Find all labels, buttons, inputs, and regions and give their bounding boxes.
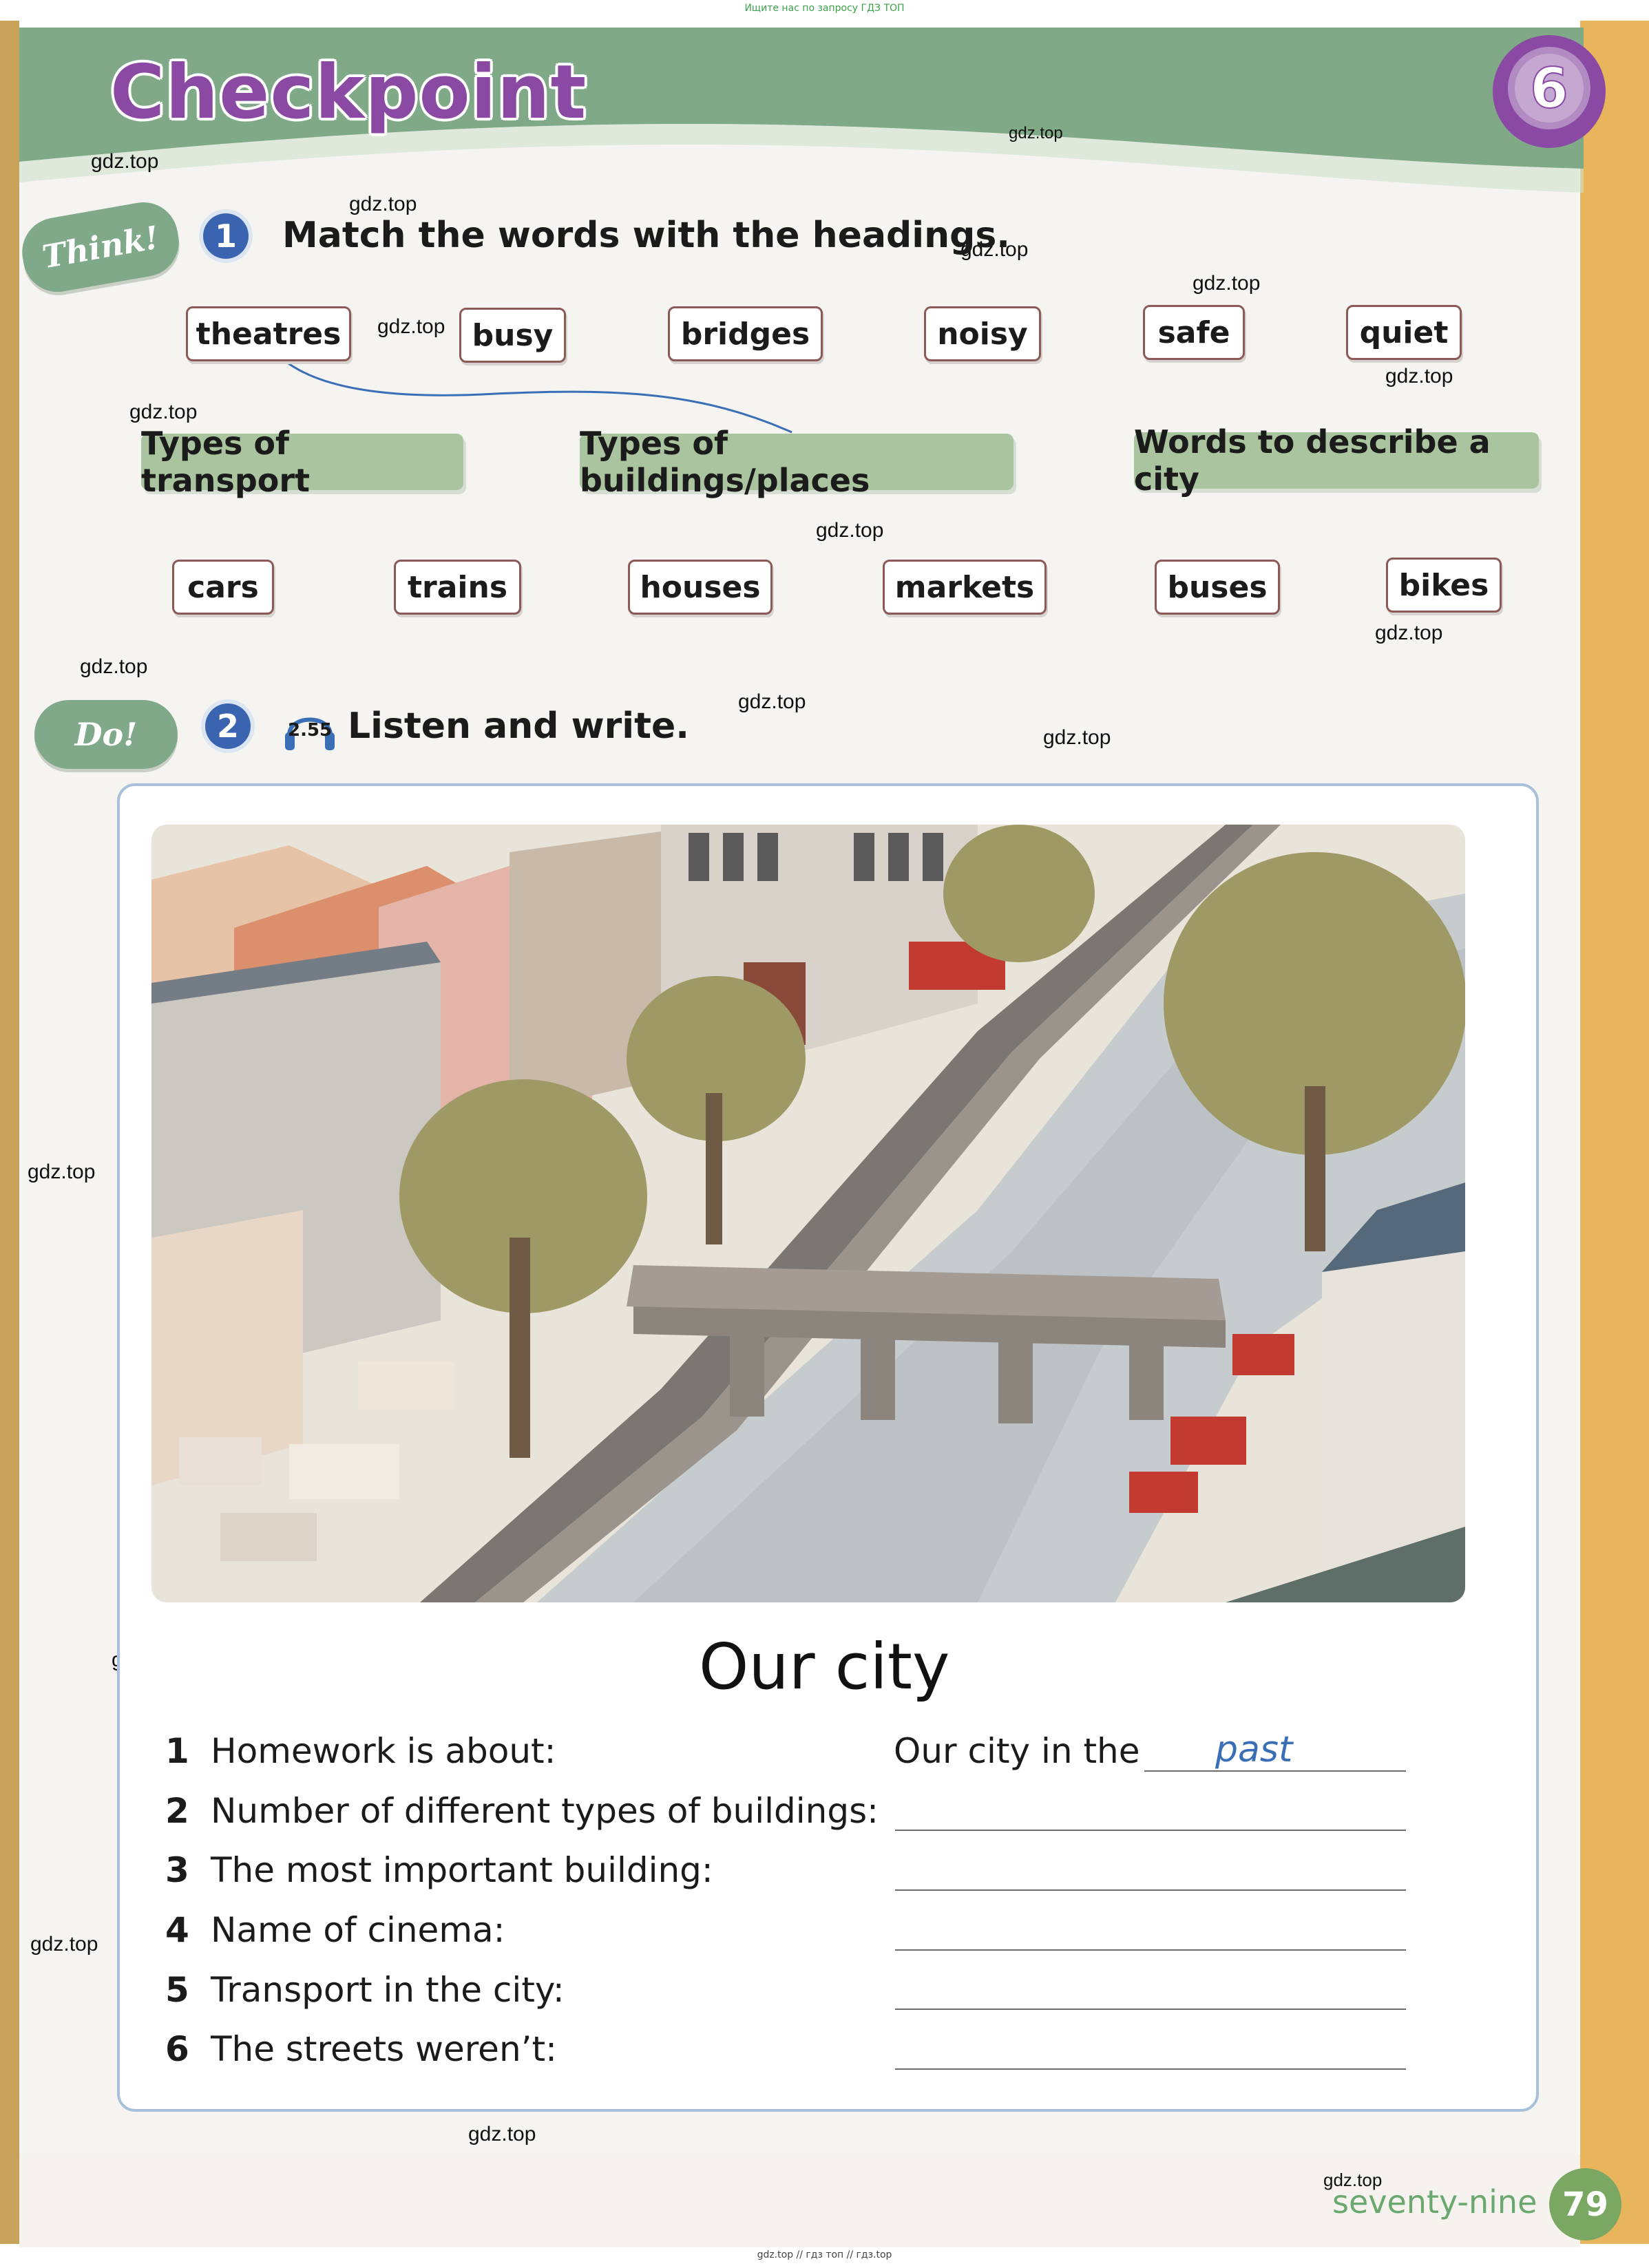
heading-describe-city[interactable]: Words to describe a city: [1134, 423, 1539, 498]
exercise-2-number: 2: [205, 703, 251, 749]
question-number: 5: [165, 1970, 189, 2010]
watermark: gdz.top: [80, 655, 148, 678]
word-box[interactable]: markets: [883, 560, 1047, 615]
question-number: 3: [165, 1850, 189, 1890]
answer-line-5[interactable]: [895, 2009, 1406, 2010]
answer-line-3[interactable]: [895, 1889, 1406, 1891]
exercise-1-number: 1: [203, 213, 249, 259]
do-tag: Do!: [34, 700, 178, 769]
top-watermark: Ищите нас по запросу ГДЗ ТОП: [744, 3, 905, 14]
watermark: gdz.top: [738, 690, 806, 713]
question-text: Homework is about:: [211, 1731, 556, 1771]
word-box[interactable]: busy: [459, 308, 566, 363]
watermark: gdz.top: [1375, 622, 1443, 644]
watermark: gdz.top: [468, 2123, 536, 2145]
answer-line-4[interactable]: [895, 1949, 1406, 1951]
word-box[interactable]: safe: [1143, 305, 1245, 360]
unit-number: 6: [1530, 56, 1568, 120]
word-box[interactable]: bikes: [1386, 558, 1502, 613]
watermark: gdz.top: [30, 1933, 98, 1956]
answer-line-1[interactable]: [1144, 1770, 1406, 1772]
page-number-badge: 79: [1549, 2168, 1621, 2240]
watermark: gdz.top: [28, 1161, 96, 1183]
word-box[interactable]: buses: [1155, 560, 1280, 615]
watermark: gdz.top: [349, 193, 417, 215]
page-title: Checkpoint: [110, 50, 587, 136]
question-number: 2: [165, 1791, 189, 1831]
page-number-words: seventy-nine: [1332, 2183, 1537, 2221]
word-box[interactable]: trains: [394, 560, 521, 615]
heading-transport[interactable]: Types of transport: [141, 425, 463, 499]
question-4: 4 Name of cinema:: [165, 1910, 505, 1950]
word-box[interactable]: noisy: [924, 306, 1041, 361]
answer-line-2[interactable]: [895, 1830, 1406, 1831]
question-text: Transport in the city:: [211, 1970, 565, 2010]
watermark: gdz.top: [129, 401, 198, 423]
question-number: 6: [165, 2029, 189, 2069]
question-1: 1 Homework is about:: [165, 1731, 556, 1771]
watermark: gdz.top: [91, 150, 159, 173]
watermark: gdz.top: [1385, 365, 1453, 388]
question-number: 4: [165, 1910, 189, 1950]
answer-1-value: past: [1215, 1729, 1293, 1770]
word-box[interactable]: houses: [628, 560, 773, 615]
question-number: 1: [165, 1731, 189, 1771]
watermark: gdz.top: [816, 519, 884, 542]
bottom-watermark: gdz.top // гдз топ // гдз.top: [757, 2249, 892, 2260]
unit-badge: 6: [1493, 35, 1606, 148]
word-box[interactable]: bridges: [668, 306, 823, 361]
audio-track[interactable]: 2.55: [282, 701, 337, 756]
answer-1-lead-text: Our city in the: [894, 1731, 1140, 1771]
question-6: 6 The streets weren’t:: [165, 2029, 557, 2069]
question-text: The streets weren’t:: [211, 2029, 557, 2069]
question-text: The most important building:: [211, 1850, 713, 1890]
exercise-1-instruction: Match the words with the headings.: [282, 215, 1011, 256]
watermark: gdz.top: [1193, 272, 1261, 295]
question-2: 2 Number of different types of buildings:: [165, 1791, 879, 1831]
question-5: 5 Transport in the city:: [165, 1970, 565, 2010]
heading-buildings[interactable]: Types of buildings/places: [580, 425, 1013, 499]
word-box[interactable]: quiet: [1346, 305, 1462, 360]
city-illustration: [151, 825, 1465, 1602]
question-text: Number of different types of buildings:: [211, 1791, 879, 1831]
track-number: 2.55: [288, 720, 333, 741]
watermark: gdz.top: [1009, 124, 1063, 142]
city-title: Our city: [699, 1630, 950, 1704]
page-left-edge: [0, 21, 19, 2244]
word-box[interactable]: cars: [172, 560, 274, 615]
question-text: Name of cinema:: [211, 1910, 505, 1950]
exercise-2-instruction: Listen and write.: [348, 706, 689, 747]
watermark: gdz.top: [1043, 726, 1111, 749]
answer-line-6[interactable]: [895, 2068, 1406, 2070]
page-right-edge: [1580, 21, 1649, 2244]
word-box[interactable]: theatres: [186, 306, 351, 361]
question-3: 3 The most important building:: [165, 1850, 713, 1890]
